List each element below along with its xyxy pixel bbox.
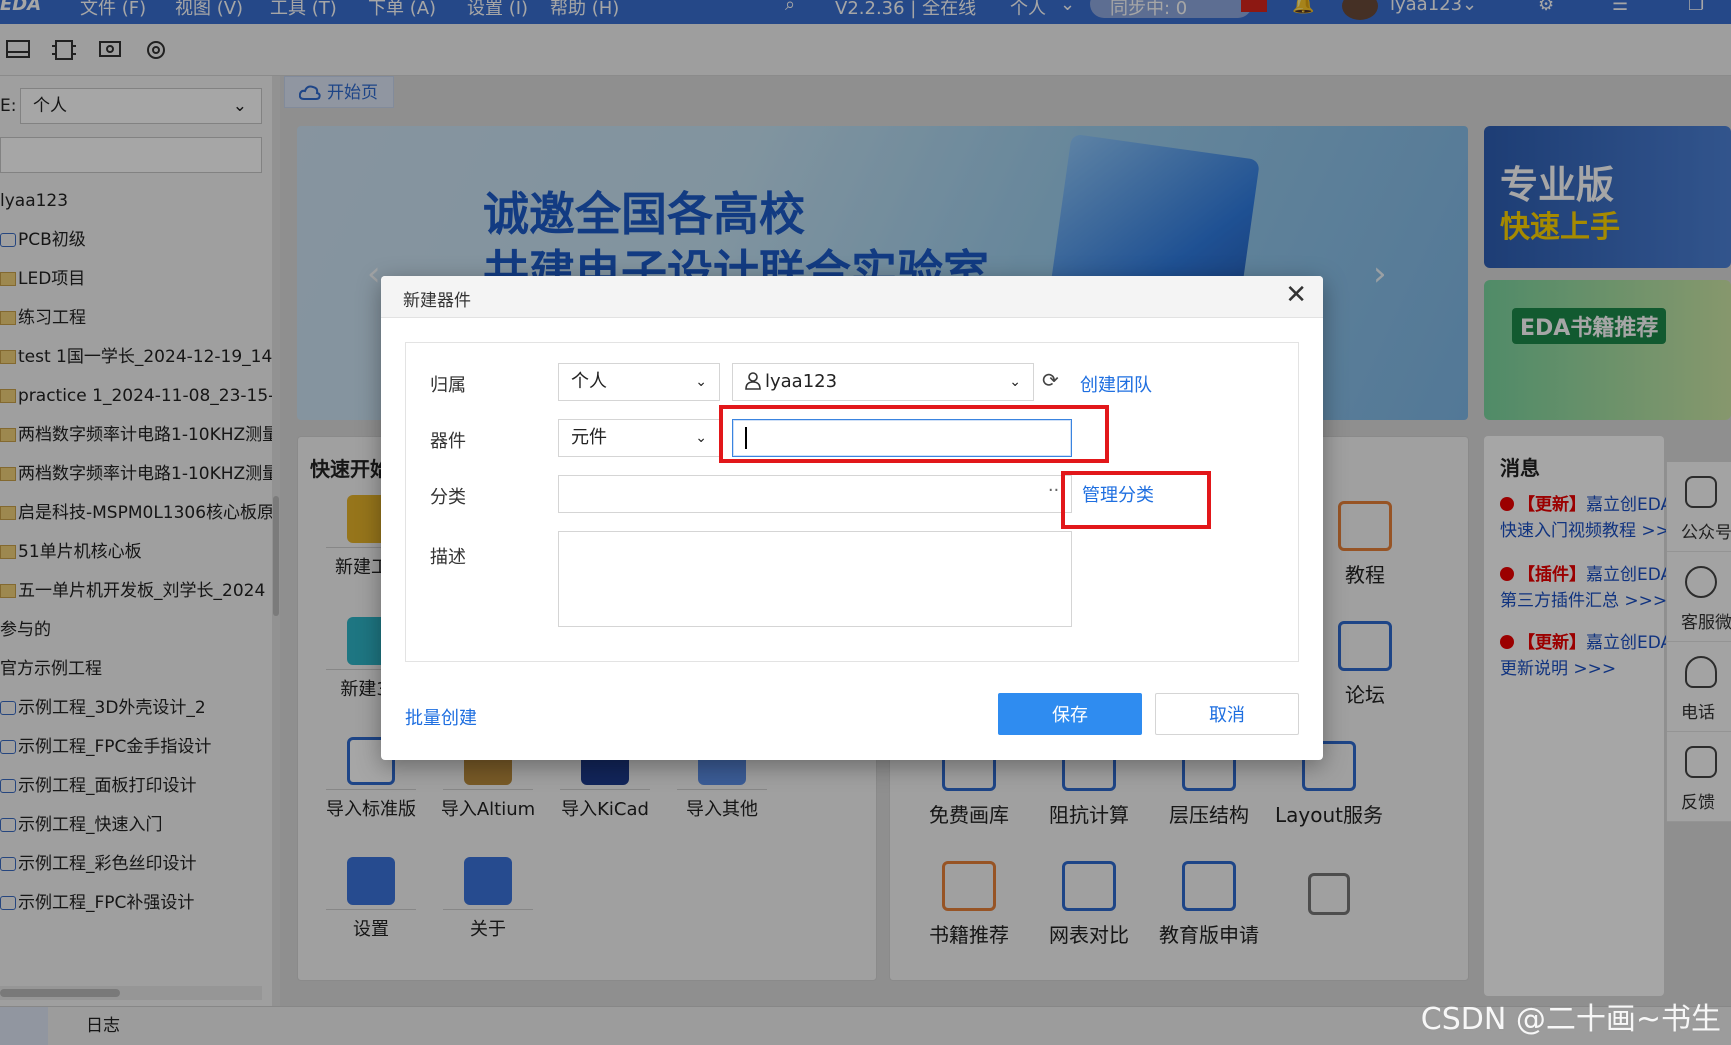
dialog-form: 归属 个人 ⌄ lyaa123 ⌄ ⟳ 创建团队 器件 元件 ⌄ 分类 ··· … <box>405 342 1299 662</box>
device-type-value: 元件 <box>571 427 607 448</box>
dialog-header: 新建器件 ✕ <box>381 276 1323 318</box>
category-field-label: 分类 <box>430 487 466 508</box>
owner-user-select[interactable]: lyaa123 ⌄ <box>732 363 1034 401</box>
chevron-down-icon: ⌄ <box>695 374 707 390</box>
device-type-select[interactable]: 元件 ⌄ <box>558 419 720 457</box>
close-icon[interactable]: ✕ <box>1285 280 1307 310</box>
cancel-button[interactable]: 取消 <box>1155 693 1299 735</box>
owner-user-value: lyaa123 <box>765 371 838 392</box>
watermark: CSDN @二十画~书生 <box>1420 1002 1721 1037</box>
description-field-label: 描述 <box>430 547 466 568</box>
dialog-title: 新建器件 <box>403 291 471 311</box>
new-device-dialog: 新建器件 ✕ 归属 个人 ⌄ lyaa123 ⌄ ⟳ 创建团队 器件 元件 ⌄ … <box>381 276 1323 760</box>
batch-create-link[interactable]: 批量创建 <box>405 704 477 730</box>
owner-type-value: 个人 <box>571 371 607 392</box>
highlight-box <box>719 405 1109 463</box>
highlight-box <box>1061 471 1211 529</box>
save-button[interactable]: 保存 <box>998 693 1142 735</box>
owner-field-label: 归属 <box>430 375 466 396</box>
chevron-down-icon: ⌄ <box>1009 374 1021 390</box>
device-field-label: 器件 <box>430 431 466 452</box>
refresh-icon[interactable]: ⟳ <box>1042 368 1059 392</box>
user-icon <box>745 372 761 390</box>
chevron-down-icon: ⌄ <box>695 430 707 446</box>
category-input[interactable]: ··· <box>558 475 1072 513</box>
create-team-link[interactable]: 创建团队 <box>1080 371 1152 397</box>
description-textarea[interactable] <box>558 531 1072 627</box>
owner-type-select[interactable]: 个人 ⌄ <box>558 363 720 401</box>
